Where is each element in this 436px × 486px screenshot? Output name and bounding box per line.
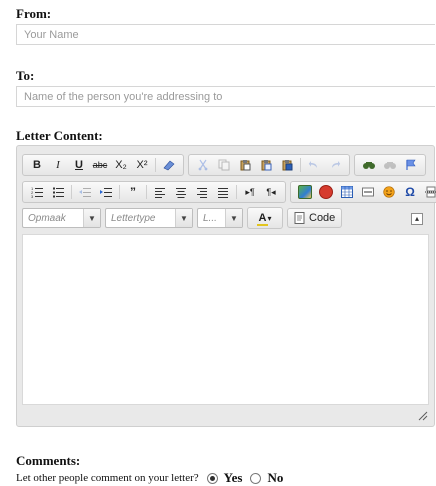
find-icon[interactable] — [359, 156, 379, 174]
font-combo-label: Lettertype — [111, 212, 156, 224]
to-input[interactable] — [16, 86, 435, 107]
bold-button[interactable]: B — [27, 156, 47, 174]
toolbar-separator — [300, 158, 301, 172]
rich-text-editor: B I U abc X₂ X² 1 2 3 ” ▸¶ ¶◂ Ω Opmaak ▼… — [16, 145, 436, 427]
horizontal-rule-icon[interactable] — [358, 183, 378, 201]
font-combo[interactable]: Lettertype ▼ — [105, 208, 193, 228]
paste-icon[interactable] — [235, 156, 255, 174]
size-combo-label: L... — [203, 212, 217, 224]
comments-no-label[interactable]: No — [267, 470, 283, 486]
chevron-down-icon[interactable]: ▼ — [175, 209, 192, 227]
align-right-icon[interactable] — [192, 183, 212, 201]
paste-word-icon[interactable] — [277, 156, 297, 174]
editor-content-area[interactable] — [22, 234, 429, 405]
text-direction-rtl-icon[interactable]: ¶◂ — [261, 183, 281, 201]
align-center-icon[interactable] — [171, 183, 191, 201]
source-icon — [294, 212, 305, 224]
format-combo-label: Opmaak — [28, 212, 66, 224]
image-icon[interactable] — [295, 183, 315, 201]
text-color-button[interactable]: A ▾ — [252, 209, 278, 227]
cut-icon[interactable] — [193, 156, 213, 174]
remove-format-icon[interactable] — [159, 156, 179, 174]
comments-yes-radio[interactable] — [206, 472, 218, 484]
resize-handle-icon[interactable] — [416, 408, 428, 421]
numbered-list-icon[interactable]: 123 — [27, 183, 47, 201]
toolbar-separator — [146, 185, 147, 199]
superscript-button[interactable]: X² — [132, 156, 152, 174]
toolbar-separator — [155, 158, 156, 172]
comments-no-radio[interactable] — [250, 472, 262, 484]
basic-styles-group: B I U abc X₂ X² — [22, 154, 184, 176]
toolbar-separator — [71, 185, 72, 199]
size-combo[interactable]: L... ▼ — [197, 208, 243, 228]
toolbar-separator — [236, 185, 237, 199]
strikethrough-button[interactable]: abc — [90, 156, 110, 174]
indent-icon[interactable] — [96, 183, 116, 201]
chevron-down-icon[interactable]: ▼ — [83, 209, 100, 227]
paragraph-group: 123 ” ▸¶ ¶◂ — [22, 181, 286, 203]
text-color-group: A ▾ — [247, 207, 283, 229]
table-icon[interactable] — [337, 183, 357, 201]
align-justify-icon[interactable] — [213, 183, 233, 201]
svg-text:3: 3 — [31, 194, 34, 198]
insert-group: Ω — [290, 181, 436, 203]
italic-button[interactable]: I — [48, 156, 68, 174]
replace-icon[interactable] — [380, 156, 400, 174]
special-char-icon[interactable]: Ω — [400, 183, 420, 201]
from-input[interactable] — [16, 24, 435, 45]
text-color-swatch — [256, 224, 268, 226]
toolbar-row-2: 123 ” ▸¶ ¶◂ Ω — [22, 181, 436, 203]
to-label: To: — [16, 68, 35, 83]
flash-icon[interactable] — [316, 183, 336, 201]
bulleted-list-icon[interactable] — [48, 183, 68, 201]
letter-form: From: To: Letter Content: B I U abc X₂ X… — [0, 0, 436, 486]
clipboard-group — [188, 154, 350, 176]
toolbar-row-1: B I U abc X₂ X² — [22, 154, 429, 176]
text-color-icon: A ▾ — [258, 212, 272, 224]
source-code-label: Code — [309, 212, 336, 224]
source-code-button[interactable]: Code — [287, 208, 343, 228]
copy-icon[interactable] — [214, 156, 234, 174]
chevron-down-icon[interactable]: ▼ — [225, 209, 242, 227]
anchor-flag-icon[interactable] — [401, 156, 421, 174]
text-color-letter: A — [258, 212, 267, 224]
comments-yes-label[interactable]: Yes — [224, 470, 243, 486]
comments-question: Let other people comment on your letter? — [16, 472, 199, 484]
letter-content-label: Letter Content: — [16, 128, 103, 143]
from-label: From: — [16, 6, 52, 21]
comments-options: Let other people comment on your letter?… — [16, 470, 283, 486]
toolbar-separator — [119, 185, 120, 199]
align-left-icon[interactable] — [150, 183, 170, 201]
comments-label: Comments: — [16, 453, 81, 468]
page-break-icon[interactable] — [421, 183, 436, 201]
blockquote-icon[interactable]: ” — [123, 183, 143, 201]
outdent-icon[interactable] — [75, 183, 95, 201]
subscript-button[interactable]: X₂ — [111, 156, 131, 174]
collapse-toolbar-button[interactable]: ▴ — [411, 213, 423, 225]
text-direction-ltr-icon[interactable]: ▸¶ — [240, 183, 260, 201]
undo-icon[interactable] — [304, 156, 324, 174]
toolbar-row-3: Opmaak ▼ Lettertype ▼ L... ▼ A ▾ Code — [22, 207, 429, 229]
smiley-icon[interactable] — [379, 183, 399, 201]
redo-icon[interactable] — [325, 156, 345, 174]
format-combo[interactable]: Opmaak ▼ — [22, 208, 101, 228]
paste-text-icon[interactable] — [256, 156, 276, 174]
editor-toolbar: B I U abc X₂ X² 1 2 3 ” ▸¶ ¶◂ Ω Opmaak ▼… — [22, 150, 436, 234]
underline-button[interactable]: U — [69, 156, 89, 174]
find-group — [354, 154, 426, 176]
